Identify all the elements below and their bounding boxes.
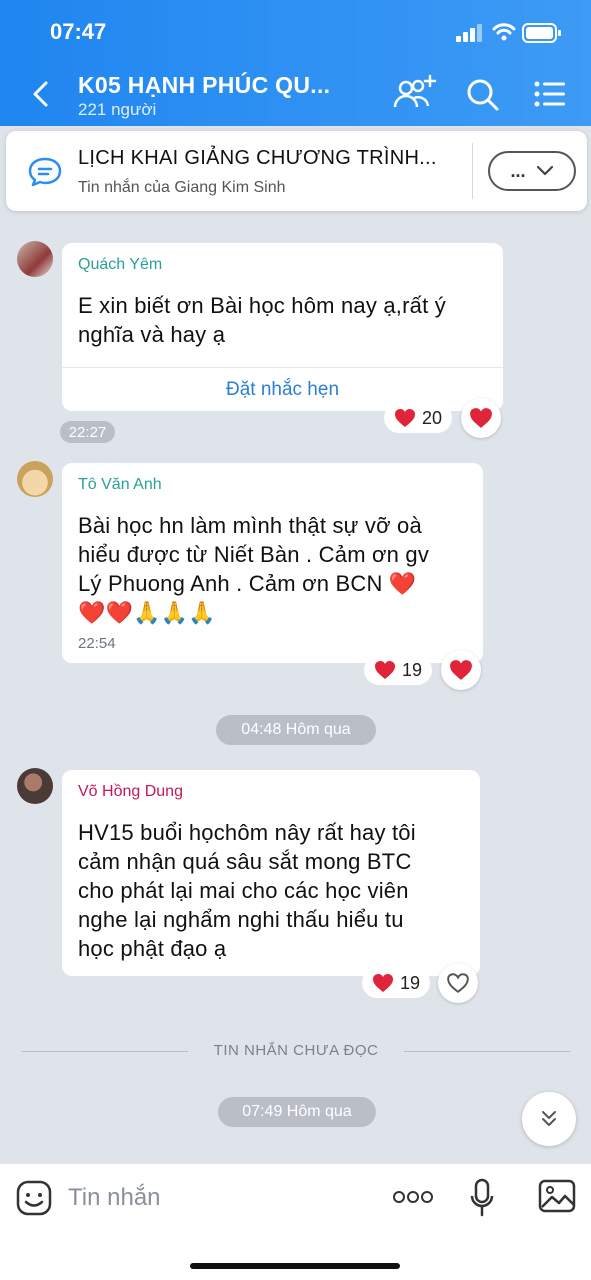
microphone-icon[interactable]	[470, 1178, 494, 1218]
image-icon[interactable]	[538, 1179, 576, 1213]
heart-icon	[450, 660, 472, 680]
pinned-message[interactable]: LỊCH KHAI GIẢNG CHƯƠNG TRÌNH... Tin nhắn…	[6, 131, 587, 211]
date-separator: 04:48 Hôm qua	[216, 715, 376, 745]
heart-icon	[470, 408, 492, 428]
chevron-down-icon	[536, 165, 553, 176]
avatar[interactable]	[17, 461, 53, 497]
unread-divider: TIN NHẮN CHƯA ĐỌC	[22, 1040, 570, 1062]
divider	[22, 1051, 188, 1052]
reaction-number: 20	[422, 407, 443, 428]
group-title[interactable]: K05 HẠNH PHÚC QU...	[78, 72, 330, 99]
sticker-icon[interactable]	[16, 1180, 52, 1216]
status-time: 07:47	[50, 19, 107, 44]
scroll-to-bottom-button[interactable]	[522, 1092, 576, 1146]
divider	[404, 1051, 570, 1052]
add-user-icon[interactable]	[392, 74, 438, 114]
heart-icon	[375, 661, 395, 679]
reaction-number: 19	[400, 972, 421, 993]
heart-outline-icon	[447, 973, 469, 993]
back-icon[interactable]	[30, 80, 52, 108]
heart-icon	[395, 409, 415, 427]
message-time: 22:54	[78, 635, 116, 652]
more-dots-icon[interactable]	[392, 1190, 434, 1204]
heart-icon	[373, 974, 393, 992]
react-heart-button[interactable]	[461, 398, 501, 438]
react-heart-button[interactable]	[441, 650, 481, 690]
chat-header: 07:47 K05 HẠNH PHÚC QU... 221 người	[0, 0, 591, 126]
status-bar: 07:47	[0, 0, 591, 64]
unread-label: TIN NHẮN CHƯA ĐỌC	[213, 1042, 379, 1059]
avatar[interactable]	[17, 241, 53, 277]
reaction-count[interactable]: 19	[364, 655, 433, 685]
date-separator: 07:49 Hôm qua	[218, 1097, 376, 1127]
message-bubble[interactable]: Quách Yêm E xin biết ơn Bài học hôm nay …	[62, 243, 503, 411]
message-time: 22:27	[60, 421, 115, 443]
sender-name[interactable]: Tô Văn Anh	[78, 476, 162, 494]
react-heart-button[interactable]	[438, 963, 478, 1003]
message-input[interactable]: Tin nhắn	[68, 1184, 161, 1212]
double-chevron-down-icon	[542, 1111, 556, 1126]
message-text: Bài học hn làm mình thật sự vỡ oà hiểu đ…	[78, 513, 430, 625]
pinned-subtitle: Tin nhắn của Giang Kim Sinh	[78, 179, 286, 196]
search-icon[interactable]	[466, 78, 500, 112]
message-bubble[interactable]: Tô Văn Anh Bài học hn làm mình thật sự v…	[62, 463, 483, 663]
sender-name[interactable]: Quách Yêm	[78, 256, 162, 274]
message-text: E xin biết ơn Bài học hôm nay ạ,rất ý ng…	[78, 293, 446, 347]
wifi-icon	[492, 23, 516, 41]
pinned-title: LỊCH KHAI GIẢNG CHƯƠNG TRÌNH...	[78, 147, 437, 169]
chat-bubble-icon	[28, 157, 62, 187]
message-bubble[interactable]: Võ Hồng Dung HV15 buổi họchôm nây rất ha…	[62, 770, 480, 976]
member-count: 221 người	[78, 100, 157, 119]
home-indicator	[190, 1263, 400, 1269]
avatar[interactable]	[17, 768, 53, 804]
pinned-expand-button[interactable]: ...	[488, 151, 576, 191]
list-menu-icon[interactable]	[534, 80, 566, 108]
reaction-number: 19	[402, 659, 423, 680]
signal-icon	[456, 24, 482, 42]
reaction-count[interactable]: 20	[384, 403, 453, 433]
battery-icon	[522, 23, 561, 43]
sender-name[interactable]: Võ Hồng Dung	[78, 783, 183, 801]
divider	[472, 143, 473, 199]
more-label: ...	[510, 160, 526, 181]
reaction-count[interactable]: 19	[362, 968, 431, 998]
message-text: HV15 buổi họchôm nây rất hay tôi cảm nhậ…	[78, 820, 416, 961]
